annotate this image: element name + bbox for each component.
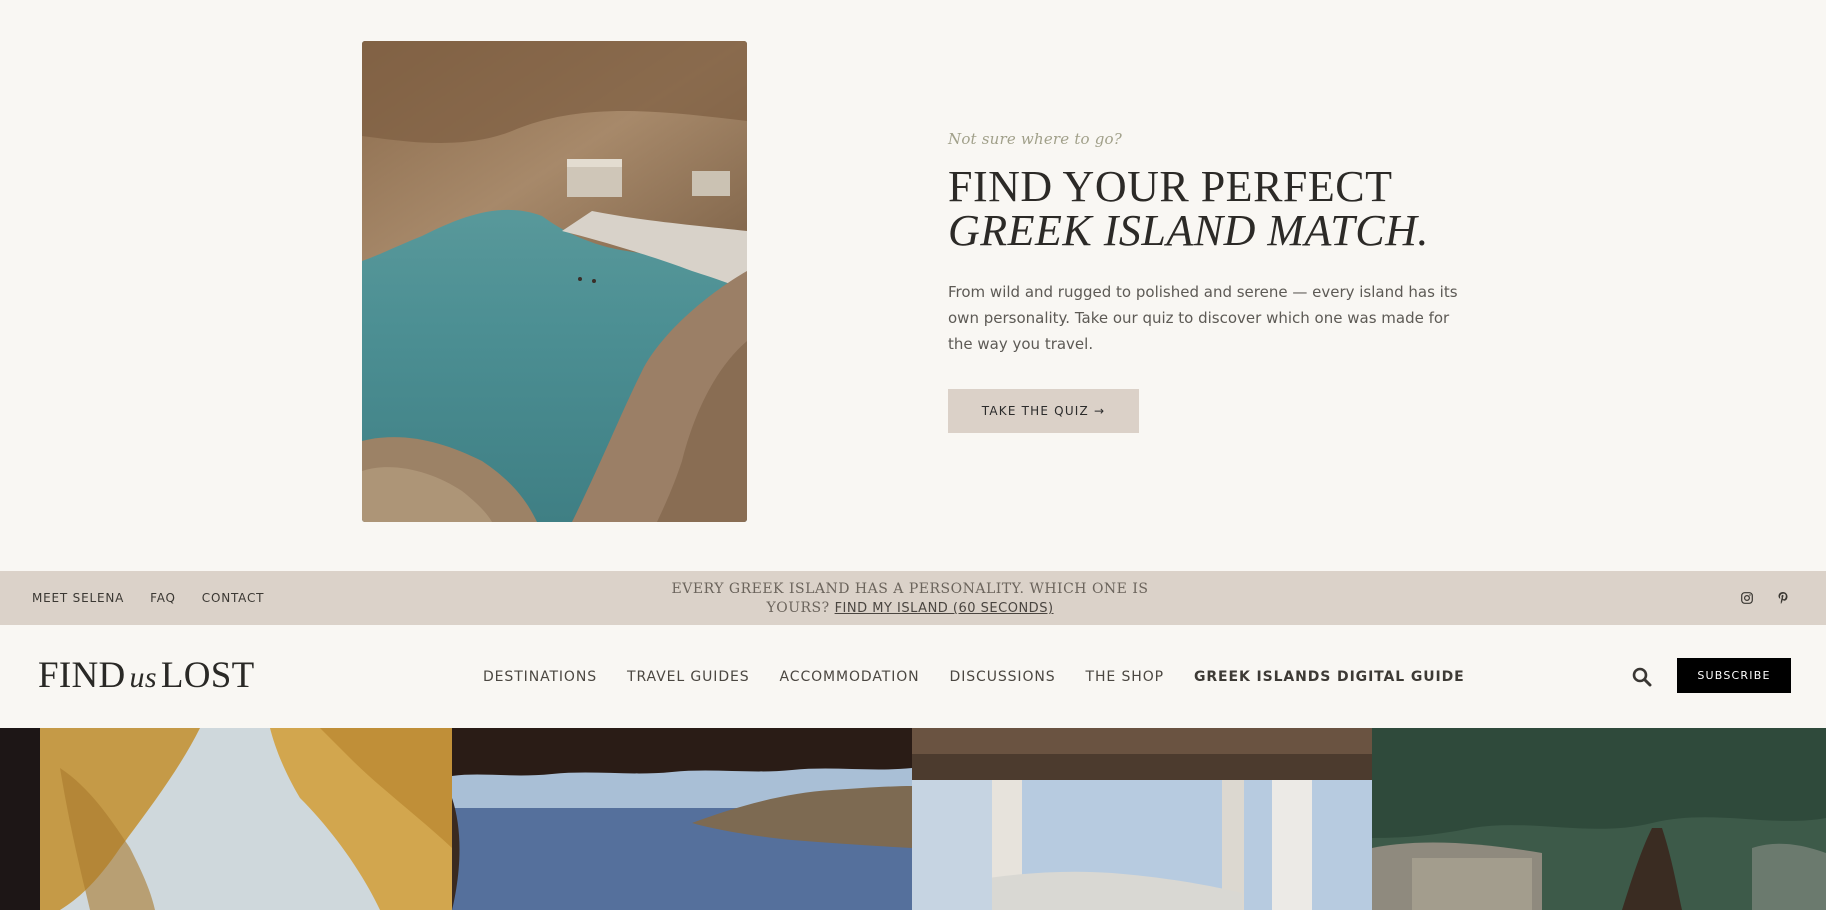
photo-gallery-strip — [0, 728, 1826, 910]
nav-discussions[interactable]: DISCUSSIONS — [950, 669, 1056, 685]
quiz-headline: FIND YOUR PERFECT GREEK ISLAND MATCH. — [948, 165, 1468, 253]
take-quiz-button[interactable]: TAKE THE QUIZ → — [948, 389, 1139, 433]
contact-link[interactable]: CONTACT — [202, 591, 265, 605]
logo-text-lost: LOST — [160, 655, 255, 696]
social-links — [1739, 571, 1791, 625]
gallery-photo-sea-view[interactable] — [452, 728, 912, 910]
logo-text-us: us — [129, 661, 157, 694]
nav-destinations[interactable]: DESTINATIONS — [483, 669, 597, 685]
headline-line-2: GREEK ISLAND MATCH. — [948, 206, 1429, 255]
nav-travel-guides[interactable]: TRAVEL GUIDES — [627, 669, 750, 685]
greek-cove-photo — [362, 41, 747, 522]
primary-nav: DESTINATIONS TRAVEL GUIDES ACCOMMODATION… — [483, 625, 1465, 728]
meet-selena-link[interactable]: MEET SELENA — [32, 591, 124, 605]
quiz-hero-section: Not sure where to go? FIND YOUR PERFECT … — [0, 0, 1826, 571]
logo-text-find: FIND — [38, 655, 126, 696]
search-icon[interactable] — [1631, 666, 1653, 688]
quiz-copy: Not sure where to go? FIND YOUR PERFECT … — [948, 130, 1468, 433]
gallery-photo-autumn-trees[interactable] — [0, 728, 452, 910]
utility-nav: MEET SELENA FAQ CONTACT — [32, 571, 264, 625]
faq-link[interactable]: FAQ — [150, 591, 176, 605]
announcement-bar: MEET SELENA FAQ CONTACT EVERY GREEK ISLA… — [0, 571, 1826, 625]
gallery-photo-cypress-tree[interactable] — [1372, 728, 1826, 910]
nav-accommodation[interactable]: ACCOMMODATION — [780, 669, 920, 685]
gallery-photo-porch-view[interactable] — [912, 728, 1372, 910]
instagram-icon[interactable] — [1739, 590, 1755, 606]
quiz-description: From wild and rugged to polished and ser… — [948, 283, 1458, 353]
main-header: FIND us LOST DESTINATIONS TRAVEL GUIDES AC… — [0, 625, 1826, 728]
announcement-message: EVERY GREEK ISLAND HAS A PERSONALITY. WH… — [660, 580, 1160, 618]
site-logo[interactable]: FIND us LOST — [38, 654, 255, 697]
nav-greek-islands-digital-guide[interactable]: GREEK ISLANDS DIGITAL GUIDE — [1194, 669, 1465, 685]
pinterest-icon[interactable] — [1775, 590, 1791, 606]
nav-the-shop[interactable]: THE SHOP — [1086, 669, 1164, 685]
quiz-eyebrow: Not sure where to go? — [948, 130, 1123, 148]
subscribe-button[interactable]: SUBSCRIBE — [1677, 658, 1791, 693]
find-my-island-link[interactable]: FIND MY ISLAND (60 SECONDS) — [835, 601, 1054, 616]
headline-line-1: FIND YOUR PERFECT — [948, 162, 1393, 211]
